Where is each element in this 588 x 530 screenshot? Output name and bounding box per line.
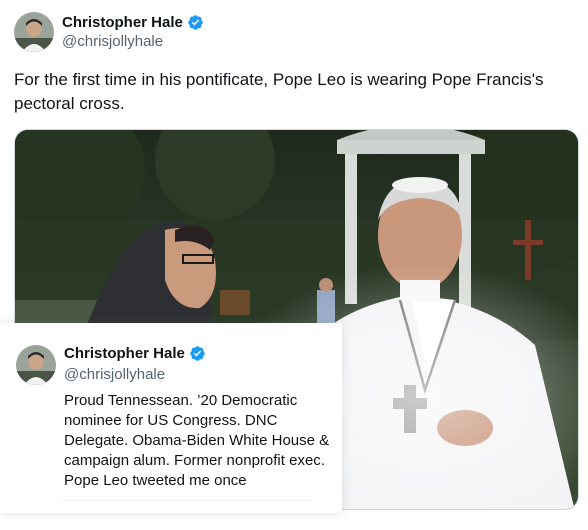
hovercard-divider [60,500,312,501]
tweet-header: Christopher Hale @chrisjollyhale [14,12,204,52]
hovercard-display-name[interactable]: Christopher Hale [64,345,185,362]
hovercard-avatar[interactable] [16,345,56,385]
author-display-name[interactable]: Christopher Hale [62,14,183,31]
hovercard-name-block: Christopher Hale @chrisjollyhale [64,345,206,383]
author-handle[interactable]: @chrisjollyhale [62,33,204,50]
hovercard-header: Christopher Hale @chrisjollyhale [16,345,206,385]
hovercard-handle[interactable]: @chrisjollyhale [64,366,206,383]
verified-badge-icon [189,345,206,362]
author-avatar[interactable] [14,12,54,52]
author-name-block: Christopher Hale @chrisjollyhale [62,14,204,50]
tweet-text: For the first time in his pontificate, P… [14,70,544,113]
hovercard-bio: Proud Tennessean. ’20 Democratic nominee… [64,392,330,489]
verified-badge-icon [187,14,204,31]
profile-hovercard[interactable]: Christopher Hale @chrisjollyhale Proud T… [0,323,342,513]
